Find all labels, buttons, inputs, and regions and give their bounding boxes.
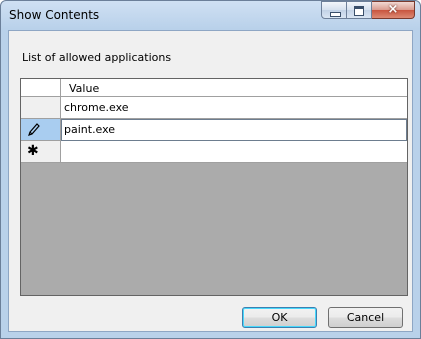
window-title: Show Contents xyxy=(9,8,100,22)
row-header[interactable]: ✱ xyxy=(21,141,61,163)
minimize-button[interactable] xyxy=(321,1,347,19)
dialog-window: Show Contents × List of allowed applicat… xyxy=(0,0,421,339)
value-cell[interactable]: chrome.exe xyxy=(61,97,407,119)
dialog-body: List of allowed applications Value chrom… xyxy=(8,30,413,332)
column-header-value[interactable]: Value xyxy=(61,79,407,97)
new-value-cell[interactable] xyxy=(61,141,407,163)
cancel-button[interactable]: Cancel xyxy=(328,307,403,328)
new-row[interactable]: ✱ xyxy=(21,141,407,163)
title-bar[interactable]: Show Contents × xyxy=(1,1,420,29)
values-grid[interactable]: Value chrome.exe paint.exe ✱ xyxy=(20,78,408,296)
asterisk-icon: ✱ xyxy=(27,143,39,159)
value-cell-editing[interactable]: paint.exe xyxy=(61,119,407,141)
ok-button[interactable]: OK xyxy=(242,307,317,328)
list-label: List of allowed applications xyxy=(22,51,172,64)
row-header[interactable] xyxy=(21,97,61,119)
row-header-selected[interactable] xyxy=(21,119,61,141)
table-row[interactable]: paint.exe xyxy=(21,119,407,141)
table-row[interactable]: chrome.exe xyxy=(21,97,407,119)
maximize-icon xyxy=(354,6,364,16)
caption-buttons: × xyxy=(321,1,415,21)
maximize-button[interactable] xyxy=(347,1,372,19)
close-icon: × xyxy=(387,2,399,17)
minimize-icon xyxy=(330,12,341,17)
close-button[interactable]: × xyxy=(372,1,415,19)
pencil-icon xyxy=(28,123,40,136)
grid-corner xyxy=(21,79,61,97)
